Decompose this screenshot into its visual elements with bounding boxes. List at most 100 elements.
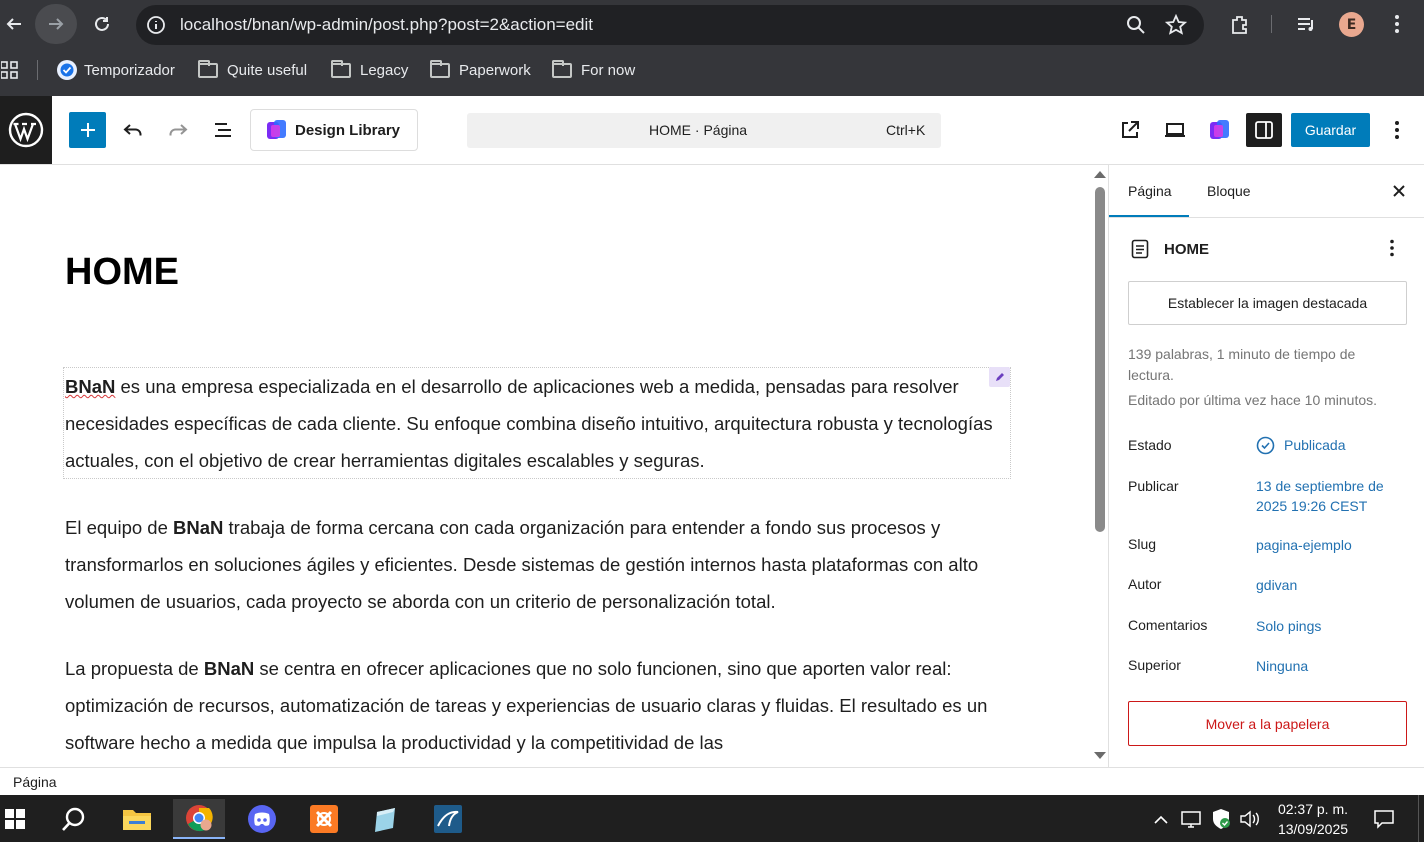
bookmark-label: Paperwork xyxy=(459,61,531,79)
editor-canvas: HOME BNaN es una empresa especializada e… xyxy=(0,165,1092,767)
wordpress-logo-icon[interactable] xyxy=(0,96,52,164)
forward-icon[interactable] xyxy=(35,4,77,44)
save-button[interactable]: Guardar xyxy=(1291,113,1370,147)
bookmark-label: Quite useful xyxy=(227,61,308,79)
add-block-button[interactable] xyxy=(69,112,106,148)
scroll-down-arrow-icon[interactable] xyxy=(1094,752,1106,759)
parent-value[interactable]: Ninguna xyxy=(1256,656,1308,676)
apps-grid-icon[interactable] xyxy=(0,58,20,82)
folder-icon xyxy=(430,59,450,78)
folder-icon xyxy=(331,59,351,78)
clock-time: 02:37 p. m. xyxy=(1277,801,1349,817)
block-breadcrumb-bar: Página xyxy=(0,767,1424,795)
clock[interactable]: 02:37 p. m. 13/09/2025 xyxy=(1268,799,1358,839)
zoom-icon[interactable] xyxy=(1124,13,1148,37)
publish-date-value[interactable]: 13 de septiembre de 2025 19:26 CEST xyxy=(1256,476,1406,516)
chrome-app-icon[interactable] xyxy=(173,799,225,839)
scrollbar-thumb[interactable] xyxy=(1095,187,1105,532)
volume-icon[interactable] xyxy=(1237,799,1263,839)
word-count: 139 palabras, 1 minuto de tiempo de lect… xyxy=(1128,346,1356,383)
set-featured-image-button[interactable]: Establecer la imagen destacada xyxy=(1128,281,1407,325)
file-explorer-icon[interactable] xyxy=(111,799,163,839)
comments-value[interactable]: Solo pings xyxy=(1256,616,1321,636)
undo-icon[interactable] xyxy=(118,114,148,146)
bookmark-label: For now xyxy=(581,61,636,79)
page-title[interactable]: HOME xyxy=(65,251,179,294)
back-icon[interactable] xyxy=(0,6,28,42)
brand-name: BNaN xyxy=(173,517,224,538)
document-overview-icon[interactable] xyxy=(208,114,238,146)
extensions-icon[interactable] xyxy=(1226,10,1254,38)
status-check-icon xyxy=(1256,436,1275,455)
scroll-up-arrow-icon[interactable] xyxy=(1094,171,1106,178)
reload-icon[interactable] xyxy=(88,6,116,42)
address-bar[interactable]: localhost/bnan/wp-admin/post.php?post=2&… xyxy=(136,5,1204,45)
paragraph-text: es una empresa especializada en el desar… xyxy=(65,376,993,471)
design-library-label: Design Library xyxy=(295,121,401,139)
design-library-plugin-icon[interactable] xyxy=(1205,114,1235,146)
xampp-icon[interactable] xyxy=(298,799,350,839)
bookmark-label: Temporizador xyxy=(84,61,175,79)
notifications-icon[interactable] xyxy=(1368,799,1400,839)
profile-avatar[interactable]: E xyxy=(1339,12,1364,37)
button-label: Establecer la imagen destacada xyxy=(1167,295,1368,311)
discord-icon[interactable] xyxy=(236,799,288,839)
profile-initial: E xyxy=(1346,16,1357,33)
brand-name: BNaN xyxy=(65,376,116,397)
last-edited: Editado por última vez hace 10 minutos. xyxy=(1128,392,1378,408)
show-hidden-icons-icon[interactable] xyxy=(1148,799,1174,839)
brand-name: BNaN xyxy=(203,658,255,679)
tab-block[interactable]: Bloque xyxy=(1191,165,1271,217)
close-icon[interactable] xyxy=(1389,181,1409,201)
windows-taskbar: 02:37 p. m. 13/09/2025 xyxy=(0,795,1424,842)
author-value[interactable]: gdivan xyxy=(1256,575,1297,595)
tabs-divider xyxy=(1109,217,1424,218)
button-label: Mover a la papelera xyxy=(1205,715,1330,732)
document-actions-icon[interactable] xyxy=(1389,239,1399,259)
status-value[interactable]: Publicada xyxy=(1284,435,1346,455)
tab-label: Página xyxy=(1128,183,1172,199)
bookmark-temporizador[interactable]: Temporizador xyxy=(57,58,175,82)
security-shield-icon[interactable] xyxy=(1208,799,1234,839)
author-label: Autor xyxy=(1128,576,1162,592)
url-text[interactable]: localhost/bnan/wp-admin/post.php?post=2&… xyxy=(180,15,593,35)
mysql-workbench-icon[interactable] xyxy=(422,799,474,839)
bookmark-legacy[interactable]: Legacy xyxy=(331,58,408,82)
options-menu-icon[interactable] xyxy=(1384,114,1410,146)
command-shortcut: Ctrl+K xyxy=(886,122,926,138)
tab-label: Bloque xyxy=(1207,183,1251,199)
redo-icon[interactable] xyxy=(163,114,193,146)
bookmark-star-icon[interactable] xyxy=(1164,13,1188,37)
bookmark-quite-useful[interactable]: Quite useful xyxy=(198,58,307,82)
view-page-icon[interactable] xyxy=(1115,114,1145,146)
parent-label: Superior xyxy=(1128,657,1181,673)
folder-icon xyxy=(198,59,218,78)
slug-label: Slug xyxy=(1128,536,1157,552)
bookmark-for-now[interactable]: For now xyxy=(552,58,635,82)
settings-sidebar-toggle-icon[interactable] xyxy=(1246,113,1282,147)
tab-page[interactable]: Página xyxy=(1109,165,1189,217)
browser-menu-icon[interactable] xyxy=(1384,10,1410,38)
search-icon[interactable] xyxy=(48,799,100,839)
bookmark-paperwork[interactable]: Paperwork xyxy=(430,58,531,82)
move-to-trash-button[interactable]: Mover a la papelera xyxy=(1128,701,1407,746)
document-title: HOME xyxy=(1164,241,1209,258)
slug-value[interactable]: pagina-ejemplo xyxy=(1256,535,1352,555)
command-palette-button[interactable]: HOME · Página Ctrl+K xyxy=(467,113,941,148)
publish-label: Publicar xyxy=(1128,478,1179,494)
paragraph-2[interactable]: El equipo de BNaN trabaja de forma cerca… xyxy=(65,509,1005,620)
paragraph-3[interactable]: La propuesta de BNaN se centra en ofrece… xyxy=(65,650,1005,761)
timer-check-icon xyxy=(57,60,77,80)
notes-app-icon[interactable] xyxy=(360,799,412,839)
design-library-button[interactable]: Design Library xyxy=(250,109,418,151)
network-icon[interactable] xyxy=(1178,799,1204,839)
design-library-icon xyxy=(266,119,288,141)
windows-start-icon[interactable] xyxy=(0,799,30,839)
show-desktop-strip[interactable] xyxy=(1418,795,1424,842)
breadcrumb-item[interactable]: Página xyxy=(13,774,57,790)
media-control-icon[interactable] xyxy=(1292,10,1320,38)
paragraph-1[interactable]: BNaN es una empresa especializada en el … xyxy=(65,368,1005,479)
preview-device-icon[interactable] xyxy=(1160,114,1190,146)
site-info-icon[interactable] xyxy=(144,13,168,37)
editor-scrollbar[interactable] xyxy=(1092,165,1108,767)
